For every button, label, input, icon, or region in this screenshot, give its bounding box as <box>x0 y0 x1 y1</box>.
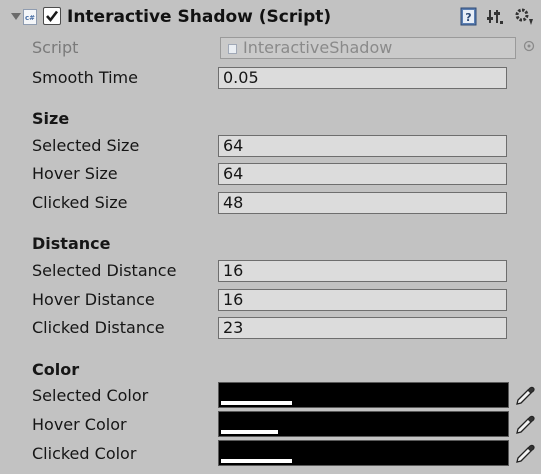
selected-distance-input[interactable]: 16 <box>218 260 507 282</box>
script-label: Script <box>32 38 79 57</box>
clicked-size-input[interactable]: 48 <box>218 192 507 214</box>
script-value: InteractiveShadow <box>243 38 393 57</box>
clicked-distance-label: Clicked Distance <box>32 318 165 337</box>
presets-icon[interactable] <box>487 8 503 25</box>
hover-distance-label: Hover Distance <box>32 290 155 309</box>
color-header: Color <box>32 360 80 379</box>
distance-header: Distance <box>32 234 111 253</box>
hover-size-label: Hover Size <box>32 164 118 183</box>
gear-icon[interactable] <box>513 6 535 26</box>
selected-distance-label: Selected Distance <box>32 261 177 280</box>
clicked-color-label: Clicked Color <box>32 444 137 463</box>
script-file-icon <box>228 44 237 54</box>
selected-size-input[interactable]: 64 <box>218 135 507 157</box>
hover-color-alpha-bar <box>221 430 278 434</box>
checkmark-icon <box>46 10 59 23</box>
clicked-color-alpha-bar <box>221 459 292 463</box>
hover-color-label: Hover Color <box>32 415 127 434</box>
enabled-checkbox[interactable] <box>43 7 61 25</box>
eyedropper-icon[interactable] <box>514 385 536 407</box>
eyedropper-icon[interactable] <box>514 414 536 436</box>
smooth-time-label: Smooth Time <box>32 68 138 87</box>
foldout-arrow-icon[interactable] <box>11 13 21 20</box>
hover-color-field[interactable] <box>218 411 509 437</box>
object-picker-icon[interactable] <box>523 40 535 52</box>
clicked-size-label: Clicked Size <box>32 193 128 212</box>
eyedropper-icon[interactable] <box>514 443 536 465</box>
selected-size-label: Selected Size <box>32 136 140 155</box>
hover-distance-input[interactable]: 16 <box>218 289 507 311</box>
help-book-icon[interactable]: ? <box>460 7 477 26</box>
smooth-time-input[interactable]: 0.05 <box>218 67 507 89</box>
svg-text:?: ? <box>465 11 471 24</box>
script-object-field[interactable]: InteractiveShadow <box>220 37 516 59</box>
component-title: Interactive Shadow (Script) <box>67 7 332 27</box>
selected-color-label: Selected Color <box>32 386 149 405</box>
csharp-script-icon: c# <box>23 9 37 25</box>
size-header: Size <box>32 109 70 128</box>
clicked-distance-input[interactable]: 23 <box>218 317 507 339</box>
hover-size-input[interactable]: 64 <box>218 163 507 185</box>
selected-color-field[interactable] <box>218 382 509 408</box>
selected-color-alpha-bar <box>221 401 292 405</box>
component-header[interactable]: c# Interactive Shadow (Script) ? <box>0 0 541 36</box>
clicked-color-field[interactable] <box>218 440 509 466</box>
